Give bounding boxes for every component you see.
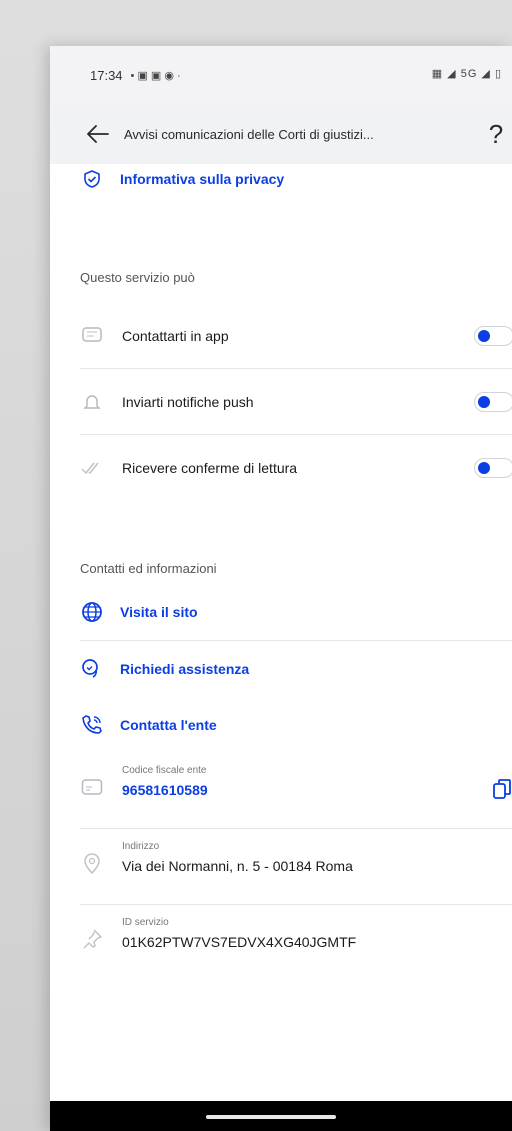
back-button[interactable]: [76, 112, 120, 156]
bell-icon: [80, 390, 104, 414]
fiscal-code-row: Codice fiscale ente 96581610589: [80, 753, 512, 829]
contact-entity-label: Contatta l'ente: [120, 717, 217, 733]
service-id-label: ID servizio: [122, 917, 169, 928]
contacts-title: Contatti ed informazioni: [80, 561, 217, 576]
status-time: 17:34: [90, 67, 123, 83]
help-icon: ?: [488, 118, 504, 149]
service-id-row: ID servizio 01K62PTW7VS7EDVX4XG40JGMTF: [80, 905, 512, 981]
permissions-list: Contattarti in app Inviarti notifiche pu…: [50, 303, 512, 501]
info-list: Codice fiscale ente 96581610589 Indirizz…: [50, 753, 512, 981]
shield-check-icon: [80, 167, 104, 191]
address-row: Indirizzo Via dei Normanni, n. 5 - 00184…: [80, 829, 512, 905]
address-value: Via dei Normanni, n. 5 - 00184 Roma: [122, 858, 353, 874]
page-title: Avvisi comunicazioni delle Corti di gius…: [124, 126, 374, 142]
privacy-link[interactable]: Informativa sulla privacy: [50, 164, 512, 194]
copy-button[interactable]: [488, 775, 512, 803]
request-assistance-label: Richiedi assistenza: [120, 661, 250, 677]
visit-site-link[interactable]: Visita il sito: [50, 584, 512, 640]
read-receipts-toggle[interactable]: [474, 458, 512, 478]
status-bar: 17:34 • ▣ ▣ ◉ · ▦ ◢ 5G ◢ ▯: [50, 46, 512, 104]
permission-label: Inviarti notifiche push: [122, 393, 254, 410]
arrow-left-icon: [87, 125, 109, 143]
help-button[interactable]: ?: [478, 116, 512, 152]
pin-icon: [80, 851, 104, 875]
main-content: Informativa sulla privacy Questo servizi…: [50, 164, 512, 981]
pushpin-icon: [80, 927, 104, 951]
chat-icon: [80, 657, 104, 681]
permission-label: Ricevere conferme di lettura: [122, 460, 298, 476]
permission-row-in-app: Contattarti in app: [80, 303, 512, 369]
fiscal-code-label: Codice fiscale ente: [122, 765, 207, 776]
fiscal-code-value[interactable]: 96581610589: [122, 782, 208, 798]
double-check-icon: [80, 456, 104, 480]
permissions-title: Questo servizio può: [80, 270, 195, 285]
message-icon: [80, 324, 104, 348]
address-label: Indirizzo: [122, 841, 160, 852]
request-assistance-link[interactable]: Richiedi assistenza: [50, 641, 512, 697]
privacy-link-label: Informativa sulla privacy: [120, 171, 285, 187]
in-app-toggle[interactable]: [474, 326, 512, 346]
toggle-knob: [478, 462, 490, 474]
navigation-bar: [50, 1101, 512, 1131]
service-id-value: 01K62PTW7VS7EDVX4XG40JGMTF: [122, 934, 357, 950]
id-card-icon: [80, 775, 104, 799]
visit-site-label: Visita il sito: [120, 604, 198, 620]
push-toggle[interactable]: [474, 392, 512, 412]
permission-row-push: Inviarti notifiche push: [80, 369, 512, 435]
phone-icon: [80, 713, 104, 737]
copy-icon: [493, 779, 511, 799]
phone-screen: 17:34 • ▣ ▣ ◉ · ▦ ◢ 5G ◢ ▯ Avvisi comuni…: [50, 46, 512, 1131]
contact-entity-link[interactable]: Contatta l'ente: [50, 697, 512, 753]
permission-row-read-receipts: Ricevere conferme di lettura: [80, 435, 512, 501]
status-signal-icons: ▦ ◢ 5G ◢ ▯: [431, 68, 502, 80]
globe-icon: [80, 600, 104, 624]
permission-label: Contattarti in app: [122, 327, 229, 344]
app-bar: Avvisi comunicazioni delle Corti di gius…: [50, 104, 512, 164]
home-handle[interactable]: [206, 1115, 336, 1119]
toggle-knob: [478, 396, 490, 408]
status-notification-icons: • ▣ ▣ ◉ ·: [130, 69, 181, 82]
toggle-knob: [478, 330, 490, 342]
